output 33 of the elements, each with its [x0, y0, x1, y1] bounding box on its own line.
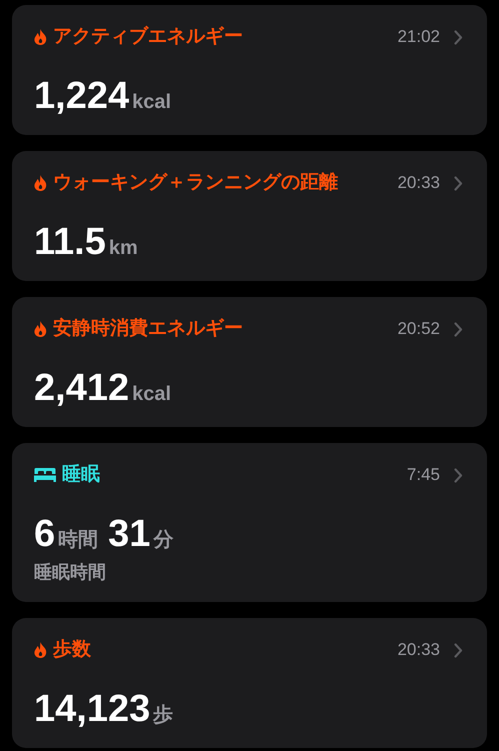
metric-caption: 睡眠時間 — [34, 561, 107, 584]
metric-title: 睡眠 — [62, 462, 100, 487]
metric-unit: 分 — [153, 530, 174, 550]
timestamp: 21:02 — [397, 26, 440, 48]
timestamp: 20:33 — [397, 172, 440, 194]
metric-unit: kcal — [132, 384, 172, 404]
metric-unit: kcal — [132, 92, 172, 112]
metric-card[interactable]: アクティブエネルギー 21:02 1,224 kcal — [12, 5, 487, 135]
metric-unit: 歩 — [153, 705, 174, 725]
metric-title: アクティブエネルギー — [53, 24, 243, 49]
timestamp: 20:52 — [397, 318, 440, 340]
chevron-icon — [454, 468, 463, 482]
metric-value: 31 — [108, 515, 150, 553]
metric-card[interactable]: ウォーキング＋ランニングの距離 20:33 11.5 km — [12, 151, 487, 281]
metric-unit: 時間 — [58, 530, 98, 550]
metric-value: 6 — [34, 515, 56, 553]
chevron-icon — [454, 176, 463, 190]
metric-title: ウォーキング＋ランニングの距離 — [53, 170, 338, 195]
metric-title: 歩数 — [53, 638, 91, 662]
timestamp: 20:33 — [397, 639, 440, 662]
metric-unit: km — [108, 238, 138, 258]
metric-card[interactable]: 安静時消費エネルギー 20:52 2,412 kcal — [12, 297, 487, 427]
chevron-icon — [454, 322, 463, 336]
metric-value: 11.5 — [34, 223, 106, 261]
metric-value: 1,224 — [34, 77, 130, 115]
metric-card[interactable]: 歩数 20:33 14,123歩 — [12, 618, 487, 748]
metric-value: 14,123 — [34, 690, 150, 728]
metric-value: 2,412 — [34, 369, 130, 407]
timestamp: 7:45 — [406, 464, 440, 486]
metric-card[interactable]: 睡眠 7:45 6 時間 31分 睡眠時間 — [12, 443, 487, 602]
chevron-icon — [454, 30, 463, 44]
chevron-icon — [454, 642, 463, 658]
metric-title: 安静時消費エネルギー — [53, 316, 243, 341]
